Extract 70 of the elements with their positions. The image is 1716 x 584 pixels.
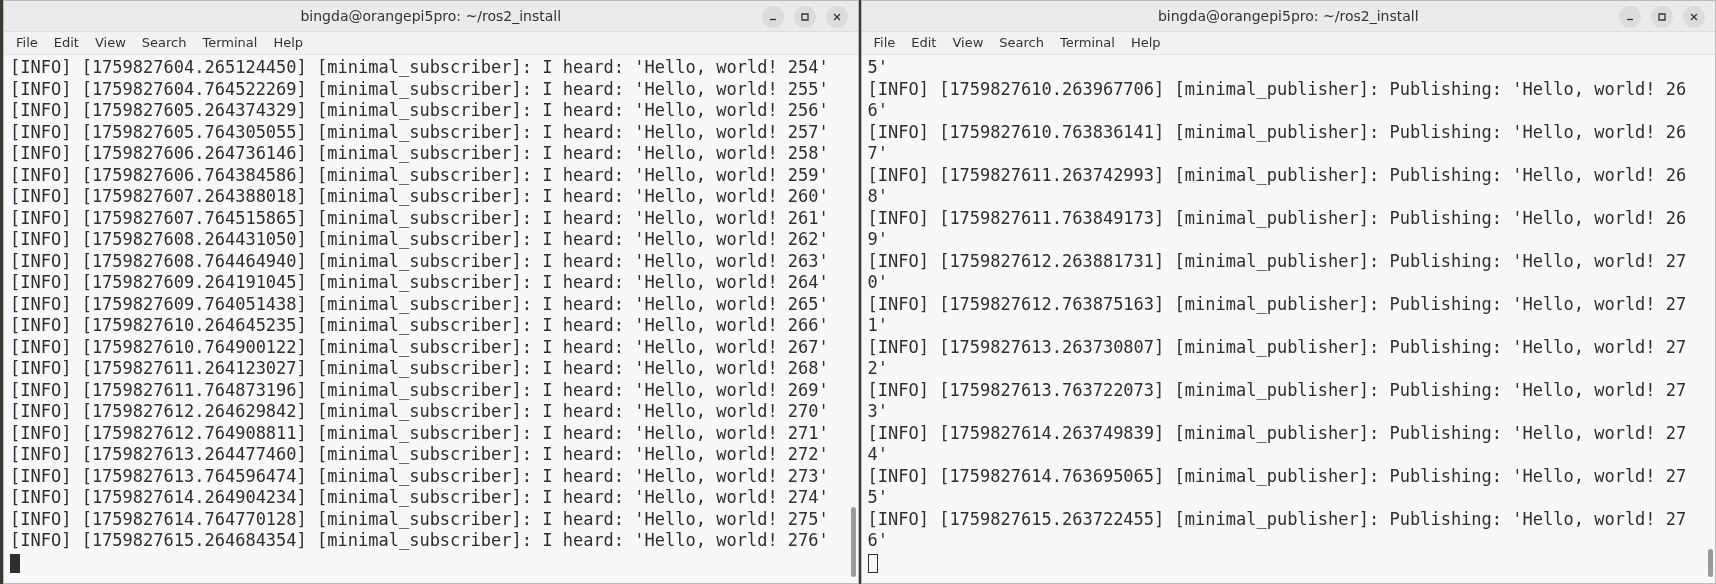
window-title: bingda@orangepi5pro: ~/ros2_install [300, 6, 562, 26]
menu-item[interactable]: File [8, 33, 46, 53]
menu-item[interactable]: View [944, 33, 992, 53]
terminal-line: [INFO] [1759827607.264388018] [minimal_subscriber]: I heard: 'Hello, world! 260' [10, 186, 830, 208]
terminal-line: [INFO] [1759827612.264629842] [minimal_subscriber]: I heard: 'Hello, world! 270' [10, 401, 830, 423]
terminal-line: [INFO] [1759827614.264904234] [minimal_subscriber]: I heard: 'Hello, world! 274' [10, 487, 830, 509]
terminal-line: 9' [867, 229, 889, 251]
window-title: bingda@orangepi5pro: ~/ros2_install [1157, 6, 1419, 26]
terminal-line: [INFO] [1759827606.264736146] [minimal_subscriber]: I heard: 'Hello, world! 258' [10, 143, 830, 165]
terminal-line: [INFO] [1759827606.764384586] [minimal_subscriber]: I heard: 'Hello, world! 259' [10, 164, 830, 186]
terminal-line: [INFO] [1759827611.763849173] [minimal_publisher]: Publishing: 'Hello, world! 26 [867, 207, 1688, 229]
terminal-line: 6' [867, 100, 889, 122]
menu-item[interactable]: Search [991, 33, 1052, 53]
terminal-line: [INFO] [1759827614.263749839] [minimal_publisher]: Publishing: 'Hello, world! 27 [867, 422, 1688, 444]
terminal-line: [INFO] [1759827610.764900122] [minimal_subscriber]: I heard: 'Hello, world! 267' [10, 336, 830, 358]
close-icon [1689, 12, 1699, 22]
terminal-line: [INFO] [1759827610.263967706] [minimal_publisher]: Publishing: 'Hello, world! 26 [867, 78, 1688, 100]
terminal-line: 0' [867, 272, 889, 294]
maximize-icon [799, 12, 810, 22]
terminal-line: [INFO] [1759827615.263722455] [minimal_publisher]: Publishing: 'Hello, world! 27 [867, 508, 1688, 530]
terminal-line: 3' [867, 401, 889, 423]
terminal-line: [INFO] [1759827613.264477460] [minimal_subscriber]: I heard: 'Hello, world! 272' [10, 444, 830, 466]
scrollbar-thumb[interactable] [1708, 549, 1713, 577]
terminal-line: [INFO] [1759827613.763722073] [minimal_publisher]: Publishing: 'Hello, world! 27 [867, 379, 1688, 401]
menu-item[interactable]: Help [265, 33, 312, 53]
terminal-line: [INFO] [1759827604.265124450] [minimal_subscriber]: I heard: 'Hello, world! 254' [10, 57, 830, 79]
close-button[interactable] [1683, 6, 1705, 28]
terminal-line: [INFO] [1759827613.764596474] [minimal_subscriber]: I heard: 'Hello, world! 273' [10, 465, 830, 487]
menu-item[interactable]: Search [133, 33, 195, 53]
terminal-line: [INFO] [1759827608.764464940] [minimal_subscriber]: I heard: 'Hello, world! 263' [10, 250, 830, 272]
scrollbar-thumb[interactable] [850, 507, 856, 577]
terminal-line: [INFO] [1759827611.263742993] [minimal_publisher]: Publishing: 'Hello, world! 26 [867, 164, 1688, 186]
terminal-line: [INFO] [1759827615.264684354] [minimal_subscriber]: I heard: 'Hello, world! 276' [10, 530, 830, 552]
terminal-line: [INFO] [1759827611.264123027] [minimal_subscriber]: I heard: 'Hello, world! 268' [10, 358, 830, 380]
close-icon [831, 12, 842, 22]
maximize-icon [1657, 12, 1667, 22]
terminal-line: [INFO] [1759827612.263881731] [minimal_publisher]: Publishing: 'Hello, world! 27 [867, 250, 1688, 272]
terminal-line: 6' [867, 530, 889, 552]
menu-item[interactable]: Terminal [1052, 33, 1123, 53]
terminal-line: 8' [867, 186, 889, 208]
terminal-line: 2' [867, 358, 889, 380]
menu-item[interactable]: File [865, 33, 904, 53]
terminal-line: [INFO] [1759827610.763836141] [minimal_publisher]: Publishing: 'Hello, world! 26 [867, 121, 1688, 143]
menu-item[interactable]: Terminal [194, 33, 266, 53]
terminal-line: 1' [867, 315, 889, 337]
terminal-line: [INFO] [1759827611.764873196] [minimal_subscriber]: I heard: 'Hello, world! 269' [10, 379, 830, 401]
terminal-line: [INFO] [1759827608.264431050] [minimal_subscriber]: I heard: 'Hello, world! 262' [10, 229, 830, 251]
terminal-line: [INFO] [1759827605.764305055] [minimal_subscriber]: I heard: 'Hello, world! 257' [10, 121, 830, 143]
terminal-line: [INFO] [1759827614.763695065] [minimal_publisher]: Publishing: 'Hello, world! 27 [867, 465, 1688, 487]
terminal-line: [INFO] [1759827609.264191045] [minimal_subscriber]: I heard: 'Hello, world! 264' [10, 272, 830, 294]
terminal-line: [INFO] [1759827607.764515865] [minimal_subscriber]: I heard: 'Hello, world! 261' [10, 207, 830, 229]
menu-item[interactable]: Edit [45, 33, 87, 53]
terminal-line: [INFO] [1759827612.764908811] [minimal_subscriber]: I heard: 'Hello, world! 271' [10, 422, 830, 444]
terminal-line: [INFO] [1759827605.264374329] [minimal_subscriber]: I heard: 'Hello, world! 256' [10, 100, 830, 122]
terminal-line: [INFO] [1759827609.764051438] [minimal_subscriber]: I heard: 'Hello, world! 265' [10, 293, 830, 315]
menu-item[interactable]: View [86, 33, 134, 53]
terminal-line: 4' [867, 444, 889, 466]
terminal-line: [INFO] [1759827614.764770128] [minimal_subscriber]: I heard: 'Hello, world! 275' [10, 508, 830, 530]
terminal-line: [INFO] [1759827613.263730807] [minimal_publisher]: Publishing: 'Hello, world! 27 [867, 336, 1688, 358]
terminal-line: [INFO] [1759827604.764522269] [minimal_subscriber]: I heard: 'Hello, world! 255' [10, 78, 830, 100]
terminal-line: [INFO] [1759827610.264645235] [minimal_subscriber]: I heard: 'Hello, world! 266' [10, 315, 830, 337]
terminal-line: 7' [867, 143, 889, 165]
maximize-button[interactable] [793, 6, 816, 28]
maximize-button[interactable] [1651, 6, 1673, 28]
close-button[interactable] [825, 6, 848, 28]
terminal-line: [INFO] [1759827612.763875163] [minimal_publisher]: Publishing: 'Hello, world! 27 [867, 293, 1688, 315]
menu-item[interactable]: Help [1122, 33, 1169, 53]
terminal-line: 5' [867, 57, 889, 79]
menu-item[interactable]: Edit [903, 33, 945, 53]
terminal-line: 5' [867, 487, 889, 509]
